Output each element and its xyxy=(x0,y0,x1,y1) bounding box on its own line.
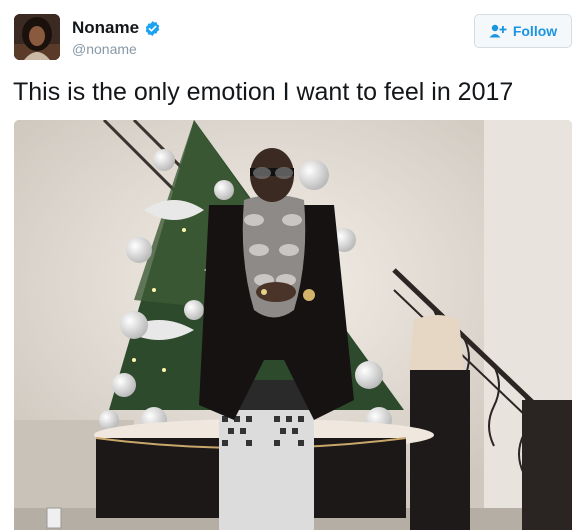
tweet-header: Noname @noname Follow xyxy=(14,14,574,62)
display-name[interactable]: Noname xyxy=(72,18,139,38)
handle[interactable]: @noname xyxy=(72,40,161,58)
author-block: Noname @noname xyxy=(72,18,161,58)
profile-photo-icon xyxy=(14,14,60,60)
follow-button-label: Follow xyxy=(512,23,558,39)
add-user-icon xyxy=(489,24,507,38)
photo-christmas-tree-icon xyxy=(14,120,572,530)
avatar[interactable] xyxy=(14,14,60,60)
verified-badge-icon xyxy=(144,20,161,37)
tweet-text: This is the only emotion I want to feel … xyxy=(13,78,514,106)
tweet-photo[interactable] xyxy=(14,120,572,530)
follow-button[interactable]: Follow xyxy=(474,14,572,48)
